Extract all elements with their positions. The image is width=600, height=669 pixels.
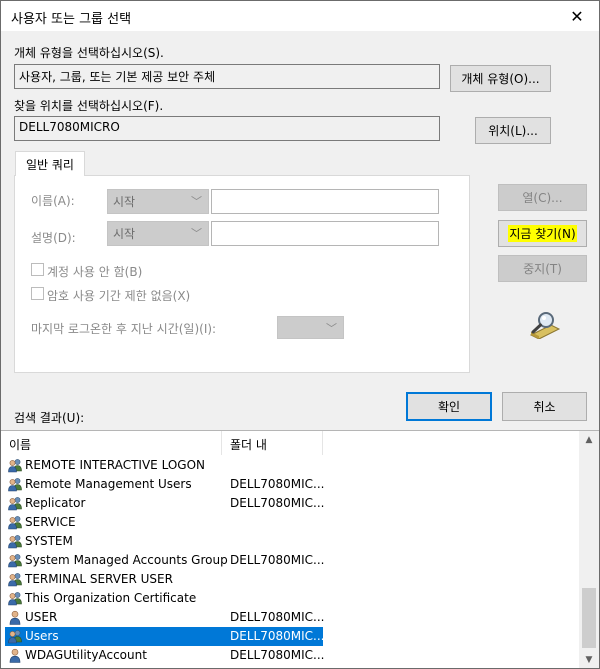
row-folder: DELL7080MIC...: [230, 553, 325, 567]
scroll-up-arrow-icon[interactable]: ▲: [579, 431, 599, 448]
row-name: Remote Management Users: [25, 477, 192, 491]
group-icon: [7, 534, 23, 549]
columns-button[interactable]: 열(C)...: [498, 184, 587, 211]
group-icon: [7, 553, 23, 568]
search-results-label: 검색 결과(U):: [14, 411, 85, 425]
description-match-select[interactable]: 시작 ﹀: [107, 221, 209, 246]
row-name: Replicator: [25, 496, 86, 510]
chevron-down-icon: ﹀: [326, 322, 337, 335]
row-folder: DELL7080MIC...: [230, 496, 325, 510]
non-expiring-password-label: 암호 사용 기간 제한 없음(X): [47, 289, 191, 303]
row-folder: DELL7080MIC...: [230, 477, 325, 491]
days-since-last-logon-select[interactable]: ﹀: [277, 316, 344, 339]
non-expiring-password-checkbox[interactable]: [31, 287, 44, 300]
table-row[interactable]: TERMINAL SERVER USER: [1, 570, 579, 589]
name-input[interactable]: [211, 189, 439, 214]
row-name: System Managed Accounts Group: [25, 553, 228, 567]
description-label: 설명(D):: [31, 231, 76, 245]
column-header-folder[interactable]: 폴더 내: [222, 431, 323, 455]
results-rows: REMOTE INTERACTIVE LOGON Remote Managemen…: [1, 456, 579, 665]
group-icon: [7, 629, 23, 644]
group-icon: [7, 591, 23, 606]
table-row[interactable]: WDAGUtilityAccount DELL7080MIC...: [1, 646, 579, 665]
group-icon: [7, 496, 23, 511]
scroll-down-arrow-icon[interactable]: ▼: [579, 651, 599, 668]
name-match-value: 시작: [113, 195, 136, 209]
row-folder: DELL7080MIC...: [230, 648, 325, 662]
find-now-button[interactable]: 지금 찾기(N): [498, 220, 587, 247]
row-name: WDAGUtilityAccount: [25, 648, 147, 662]
disabled-accounts-checkbox[interactable]: [31, 263, 44, 276]
group-icon: [7, 572, 23, 587]
group-icon: [7, 477, 23, 492]
find-now-label: 지금 찾기(N): [508, 225, 577, 242]
table-row[interactable]: Remote Management Users DELL7080MIC...: [1, 475, 579, 494]
object-type-field: 사용자, 그룹, 또는 기본 제공 보안 주체: [14, 64, 440, 89]
group-icon: [7, 458, 23, 473]
tab-label: 일반 쿼리: [26, 157, 74, 172]
row-name: SYSTEM: [25, 534, 73, 548]
row-name: Users: [25, 629, 59, 643]
locations-button[interactable]: 위치(L)...: [475, 117, 551, 144]
row-name: SERVICE: [25, 515, 76, 529]
name-label: 이름(A):: [31, 194, 75, 208]
select-users-or-groups-dialog: 사용자 또는 그룹 선택 ✕ 개체 유형을 선택하십시오(S). 사용자, 그룹…: [0, 0, 600, 669]
row-folder: DELL7080MIC...: [230, 629, 325, 643]
row-name: REMOTE INTERACTIVE LOGON: [25, 458, 205, 472]
location-label: 찾을 위치를 선택하십시오(F).: [14, 99, 164, 113]
close-icon: ✕: [570, 6, 584, 26]
title-bar: 사용자 또는 그룹 선택 ✕: [1, 1, 599, 31]
table-row[interactable]: Replicator DELL7080MIC...: [1, 494, 579, 513]
cancel-button[interactable]: 취소: [502, 392, 587, 421]
search-animation-icon: [529, 312, 561, 339]
ok-button[interactable]: 확인: [406, 392, 492, 421]
table-row[interactable]: USER DELL7080MIC...: [1, 608, 579, 627]
table-row[interactable]: System Managed Accounts Group DELL7080MIC…: [1, 551, 579, 570]
row-name: TERMINAL SERVER USER: [25, 572, 173, 586]
vertical-scrollbar[interactable]: ▲ ▼: [579, 431, 599, 668]
scrollbar-thumb[interactable]: [582, 588, 596, 648]
name-match-select[interactable]: 시작 ﹀: [107, 189, 209, 214]
row-name: This Organization Certificate: [25, 591, 197, 605]
object-types-button[interactable]: 개체 유형(O)...: [450, 65, 551, 92]
search-results-list[interactable]: 이름 폴더 내 REMOTE INTERACTIVE LOGON Remote M…: [1, 430, 599, 668]
tab-common-queries[interactable]: 일반 쿼리: [15, 151, 85, 176]
row-folder: DELL7080MIC...: [230, 610, 325, 624]
table-row[interactable]: This Organization Certificate: [1, 589, 579, 608]
user-icon: [7, 648, 23, 663]
table-row[interactable]: Users DELL7080MIC...: [1, 627, 579, 646]
description-input[interactable]: [211, 221, 439, 246]
table-row[interactable]: REMOTE INTERACTIVE LOGON: [1, 456, 579, 475]
row-name: USER: [25, 610, 58, 624]
description-match-value: 시작: [113, 227, 136, 241]
object-type-label: 개체 유형을 선택하십시오(S).: [14, 46, 164, 60]
group-icon: [7, 515, 23, 530]
chevron-down-icon: ﹀: [191, 227, 202, 240]
days-since-last-logon-label: 마지막 로그온한 후 지난 시간(일)(I):: [31, 322, 217, 336]
disabled-accounts-label: 계정 사용 안 함(B): [47, 265, 143, 279]
dialog-title: 사용자 또는 그룹 선택: [11, 12, 132, 27]
chevron-down-icon: ﹀: [191, 195, 202, 208]
column-header-name[interactable]: 이름: [1, 431, 222, 455]
user-icon: [7, 610, 23, 625]
stop-button[interactable]: 중지(T): [498, 255, 587, 282]
location-field: DELL7080MICRO: [14, 116, 440, 141]
close-button[interactable]: ✕: [555, 1, 599, 31]
table-row[interactable]: SYSTEM: [1, 532, 579, 551]
table-row[interactable]: SERVICE: [1, 513, 579, 532]
